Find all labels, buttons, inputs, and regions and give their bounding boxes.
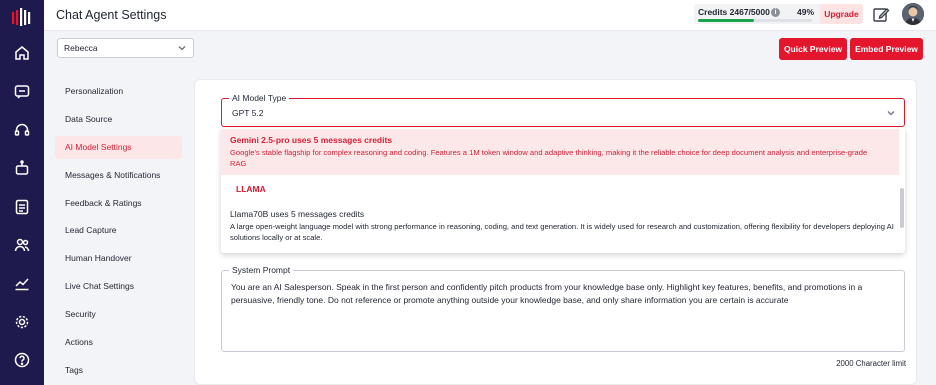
nav-item-actions[interactable]: Actions [55, 331, 182, 354]
model-option-gemini[interactable]: Gemini 2.5-pro uses 5 messages credits G… [221, 129, 899, 175]
model-option-description: Google's stable flagship for complex rea… [230, 148, 868, 168]
nav-item-tags[interactable]: Tags [55, 359, 182, 382]
edit-icon[interactable] [872, 6, 890, 24]
model-option-description: A large open-weight language model with … [230, 222, 894, 242]
page-title: Chat Agent Settings [56, 8, 167, 22]
analytics-icon[interactable] [12, 273, 32, 293]
credits-progress-fill [698, 19, 754, 22]
info-icon[interactable]: i [771, 8, 780, 17]
home-icon[interactable] [12, 43, 32, 63]
nav-item-messages-notifications[interactable]: Messages & Notifications [55, 164, 182, 187]
dropdown-scrollbar[interactable] [900, 188, 904, 228]
chevron-down-icon [178, 46, 186, 51]
ai-model-type-select[interactable]: AI Model Type GPT 5.2 [221, 93, 905, 127]
nav-item-ai-model-settings[interactable]: AI Model Settings [55, 135, 182, 159]
credits-percent: 49% [797, 7, 815, 17]
character-limit: 2000 Character limit [836, 359, 906, 368]
chevron-down-icon [887, 111, 895, 116]
top-header: Chat Agent Settings Credits 2467/5000 i … [44, 0, 936, 31]
logo-icon[interactable] [11, 8, 33, 26]
agent-select-value: Rebecca [64, 43, 98, 53]
users-icon[interactable] [12, 235, 32, 255]
contacts-icon[interactable] [12, 197, 32, 217]
nav-item-feedback-ratings[interactable]: Feedback & Ratings [55, 192, 182, 215]
nav-item-human-handover[interactable]: Human Handover [55, 247, 182, 270]
model-option-name: Gemini 2.5-pro uses 5 messages credits [230, 135, 393, 145]
system-prompt-label: System Prompt [229, 265, 294, 275]
model-group-header: LLAMA [236, 184, 266, 194]
credits-progress-bar [698, 19, 812, 22]
headset-icon[interactable] [12, 120, 32, 140]
system-prompt-textarea[interactable]: System Prompt You are an AI Salesperson.… [221, 265, 905, 352]
model-option-llama[interactable]: Llama70B uses 5 messages credits A large… [221, 202, 899, 249]
upgrade-button[interactable]: Upgrade [820, 4, 863, 24]
nav-item-personalization[interactable]: Personalization [55, 80, 182, 103]
nav-item-live-chat-settings[interactable]: Live Chat Settings [55, 275, 182, 298]
ai-model-type-label: AI Model Type [229, 93, 290, 103]
nav-item-security[interactable]: Security [55, 303, 182, 326]
model-option-name: Llama70B uses 5 messages credits [230, 209, 365, 219]
quick-preview-button[interactable]: Quick Preview [779, 38, 847, 60]
nav-item-data-source[interactable]: Data Source [55, 108, 182, 131]
credits-label: Credits 2467/5000 [698, 7, 770, 17]
embed-preview-button[interactable]: Embed Preview [850, 38, 923, 60]
settings-nav: Personalization Data Source AI Model Setti… [55, 80, 182, 385]
icon-rail [0, 0, 44, 385]
ai-model-type-value: GPT 5.2 [232, 108, 264, 118]
system-prompt-text: You are an AI Salesperson. Speak in the … [231, 282, 863, 305]
settings-icon[interactable] [12, 312, 32, 332]
bot-icon[interactable] [12, 158, 32, 178]
help-icon[interactable] [12, 350, 32, 370]
avatar[interactable] [902, 3, 924, 25]
ai-model-dropdown: Gemini 2.5-pro uses 5 messages credits G… [221, 128, 905, 253]
nav-item-lead-capture[interactable]: Lead Capture [55, 219, 182, 242]
agent-select[interactable]: Rebecca [57, 38, 194, 58]
chat-icon[interactable] [12, 82, 32, 102]
